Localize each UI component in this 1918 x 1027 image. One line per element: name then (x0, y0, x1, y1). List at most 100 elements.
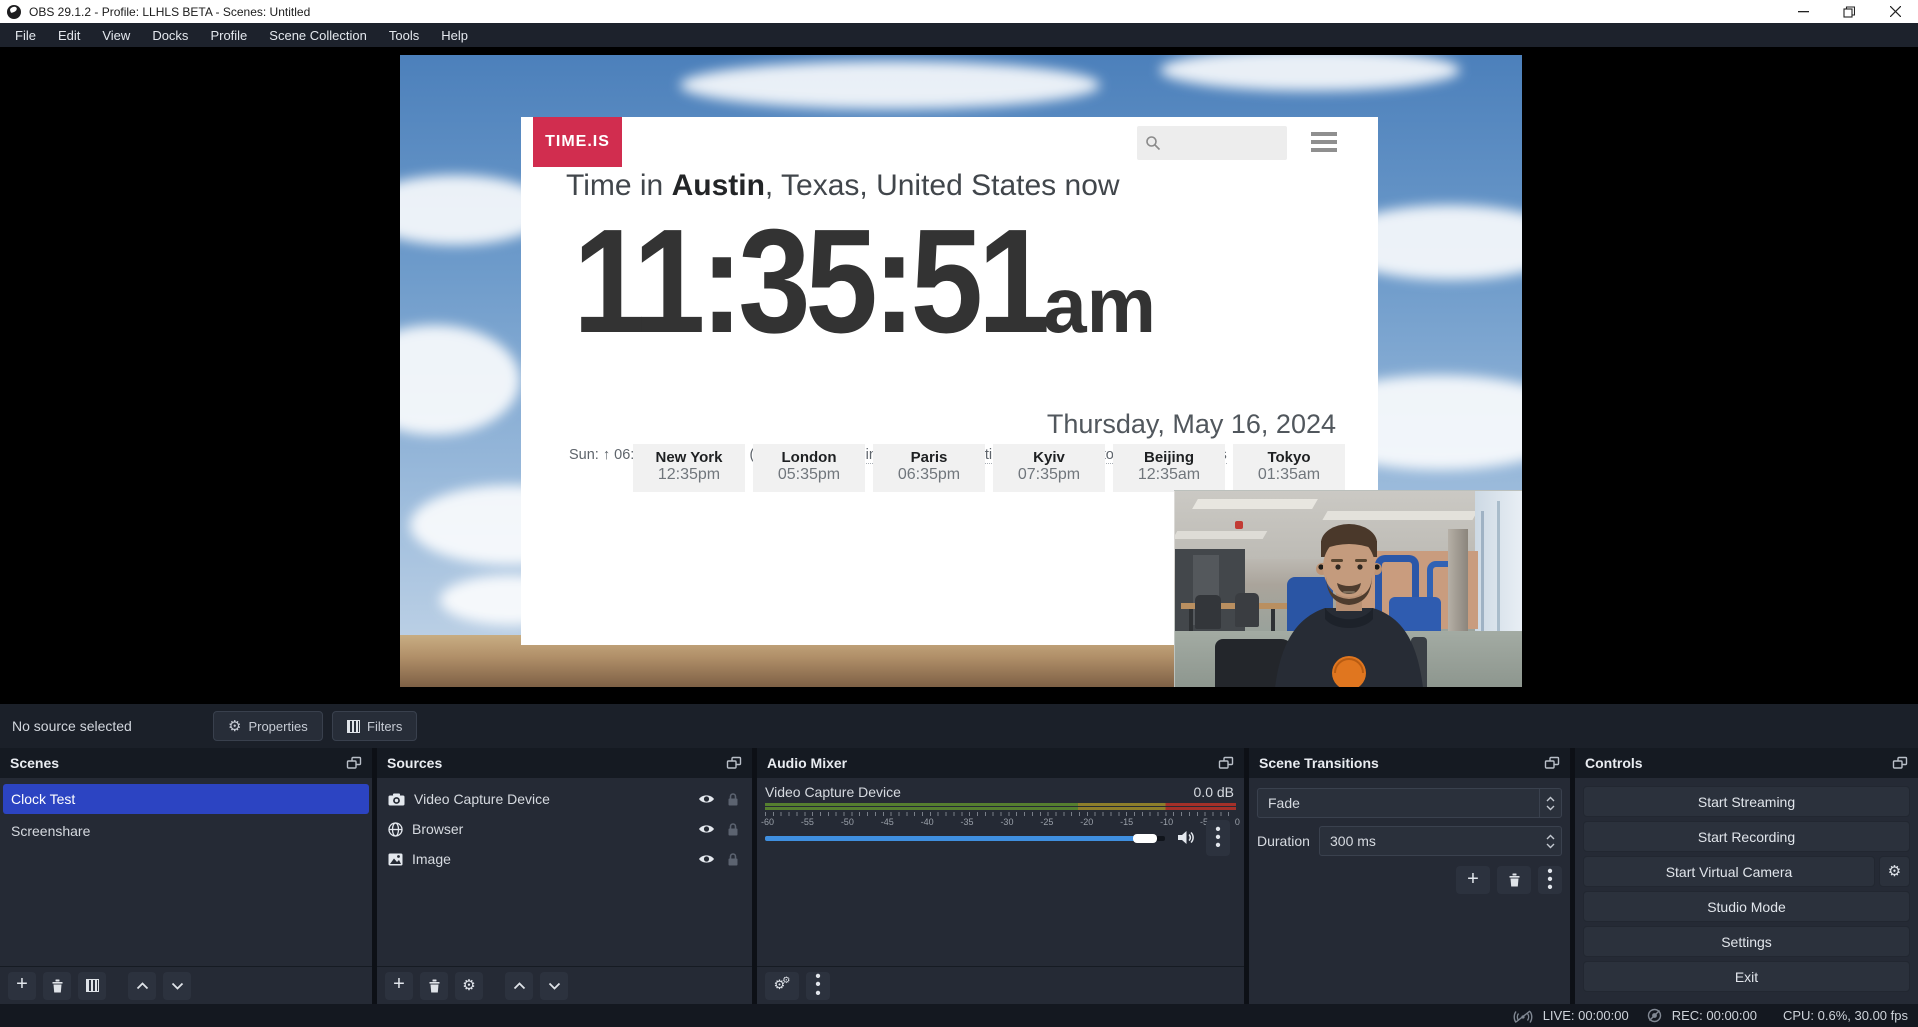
add-source-button[interactable]: + (385, 972, 413, 1000)
scenes-toolbar: + (0, 966, 372, 1004)
menu-profile[interactable]: Profile (199, 23, 258, 47)
trash-icon (428, 979, 441, 993)
duration-spinbox[interactable]: 300 ms (1319, 826, 1562, 856)
minimize-button[interactable] (1780, 0, 1826, 23)
settings-button[interactable]: Settings (1583, 926, 1910, 957)
move-source-down-button[interactable] (540, 972, 568, 1000)
filters-button[interactable]: Filters (332, 711, 417, 741)
volume-slider[interactable] (765, 836, 1165, 841)
menu-docks[interactable]: Docks (141, 23, 199, 47)
filters-icon (347, 720, 360, 733)
search-icon (1145, 135, 1161, 151)
advanced-audio-button[interactable]: ⚙⚙ (765, 972, 799, 1000)
city-box: Paris06:35pm (873, 444, 985, 492)
menu-scene-collection[interactable]: Scene Collection (258, 23, 378, 47)
trash-icon (51, 979, 64, 993)
lock-icon[interactable] (727, 822, 739, 836)
properties-button[interactable]: ⚙ Properties (213, 711, 323, 741)
timeis-clock: 11:35:51 am (573, 197, 1353, 367)
scene-transitions-header: Scene Transitions (1249, 748, 1570, 778)
gear-icon: ⚙ (228, 719, 241, 734)
source-item-video-capture[interactable]: Video Capture Device (380, 784, 749, 814)
timeis-date: Thursday, May 16, 2024 (1047, 409, 1336, 440)
lock-icon[interactable] (727, 792, 739, 806)
program-preview[interactable]: TIME.IS Time in Austin, Texas, United St… (400, 55, 1522, 687)
move-scene-up-button[interactable] (128, 972, 156, 1000)
city-box: London05:35pm (753, 444, 865, 492)
menu-help[interactable]: Help (430, 23, 479, 47)
add-scene-button[interactable]: + (8, 972, 36, 1000)
transition-select[interactable]: Fade (1257, 788, 1562, 818)
chevron-down-icon (1546, 805, 1555, 811)
controls-header: Controls (1575, 748, 1918, 778)
transitions-toolbar: + ••• (1249, 866, 1570, 894)
close-icon (1890, 6, 1901, 17)
volume-meter (765, 803, 1236, 811)
preview-canvas: TIME.IS Time in Austin, Texas, United St… (0, 47, 1918, 704)
cloud (400, 325, 520, 435)
no-source-status: No source selected (12, 718, 132, 734)
timeis-meridiem: am (1043, 260, 1156, 351)
virtual-camera-config-button[interactable]: ⚙ (1879, 856, 1910, 887)
globe-icon (388, 822, 403, 837)
mixer-channel-menu-button[interactable]: ••• (1206, 820, 1230, 856)
popout-icon (1218, 756, 1234, 770)
chevron-down-icon (1546, 843, 1555, 849)
remove-scene-button[interactable] (43, 972, 71, 1000)
start-recording-button[interactable]: Start Recording (1583, 821, 1910, 852)
chevron-up-icon (1546, 834, 1555, 840)
move-scene-down-button[interactable] (163, 972, 191, 1000)
eye-icon[interactable] (698, 853, 715, 865)
scenes-panel: Scenes Clock Test Screenshare + (0, 748, 372, 1004)
restore-button[interactable] (1826, 0, 1872, 23)
remove-source-button[interactable] (420, 972, 448, 1000)
city-box: New York12:35pm (633, 444, 745, 492)
timeis-city-row: New York12:35pm London05:35pm Paris06:35… (633, 444, 1345, 492)
eye-icon[interactable] (698, 823, 715, 835)
restore-icon (1843, 6, 1855, 18)
gear-icon: ⚙ (462, 978, 475, 993)
volume-slider-handle[interactable] (1133, 834, 1157, 843)
dots-menu-icon: ••• (815, 973, 820, 998)
source-item-browser[interactable]: Browser (380, 814, 749, 844)
close-button[interactable] (1872, 0, 1918, 23)
city-box: Beijing12:35am (1113, 444, 1225, 492)
start-virtual-camera-button[interactable]: Start Virtual Camera (1583, 856, 1875, 887)
add-transition-button[interactable]: + (1456, 866, 1490, 894)
window-title: OBS 29.1.2 - Profile: LLHLS BETA - Scene… (29, 5, 310, 19)
dots-menu-icon: ••• (1215, 826, 1220, 851)
trash-icon (1508, 873, 1521, 887)
mixer-menu-button[interactable]: ••• (806, 972, 830, 1000)
menu-tools[interactable]: Tools (378, 23, 430, 47)
status-bar: LIVE: 00:00:00 REC: 00:00:00 CPU: 0.6%, … (0, 1004, 1918, 1027)
image-icon (388, 853, 403, 866)
lock-icon[interactable] (727, 852, 739, 866)
scene-filters-button[interactable] (78, 972, 106, 1000)
title-bar: OBS 29.1.2 - Profile: LLHLS BETA - Scene… (0, 0, 1918, 23)
remove-transition-button[interactable] (1497, 866, 1531, 894)
sources-panel: Sources Video Capture Device Browser Ima… (377, 748, 752, 1004)
meter-tick-labels: -60-55-50-45-40-35-30-25-20-15-10-50 (761, 817, 1240, 827)
menu-file[interactable]: File (4, 23, 47, 47)
mixer-toolbar: ⚙⚙ ••• (757, 966, 1244, 1004)
scene-item-clock-test[interactable]: Clock Test (3, 784, 369, 814)
move-source-up-button[interactable] (505, 972, 533, 1000)
controls-panel: Controls Start Streaming Start Recording… (1575, 748, 1918, 1004)
rec-time: REC: 00:00:00 (1672, 1008, 1757, 1023)
timeis-search-box (1137, 126, 1287, 160)
source-item-image[interactable]: Image (380, 844, 749, 874)
transition-properties-button[interactable]: ••• (1538, 866, 1562, 894)
mixer-level-db: 0.0 dB (1194, 784, 1234, 800)
menu-view[interactable]: View (91, 23, 141, 47)
meter-ticks (765, 812, 1236, 816)
eye-icon[interactable] (698, 793, 715, 805)
source-properties-button[interactable]: ⚙ (455, 972, 483, 1000)
chevron-down-icon (548, 982, 561, 990)
speaker-icon[interactable] (1177, 830, 1195, 845)
studio-mode-button[interactable]: Studio Mode (1583, 891, 1910, 922)
start-streaming-button[interactable]: Start Streaming (1583, 786, 1910, 817)
menu-edit[interactable]: Edit (47, 23, 91, 47)
popout-icon (726, 756, 742, 770)
scene-item-screenshare[interactable]: Screenshare (3, 816, 369, 846)
exit-button[interactable]: Exit (1583, 961, 1910, 992)
